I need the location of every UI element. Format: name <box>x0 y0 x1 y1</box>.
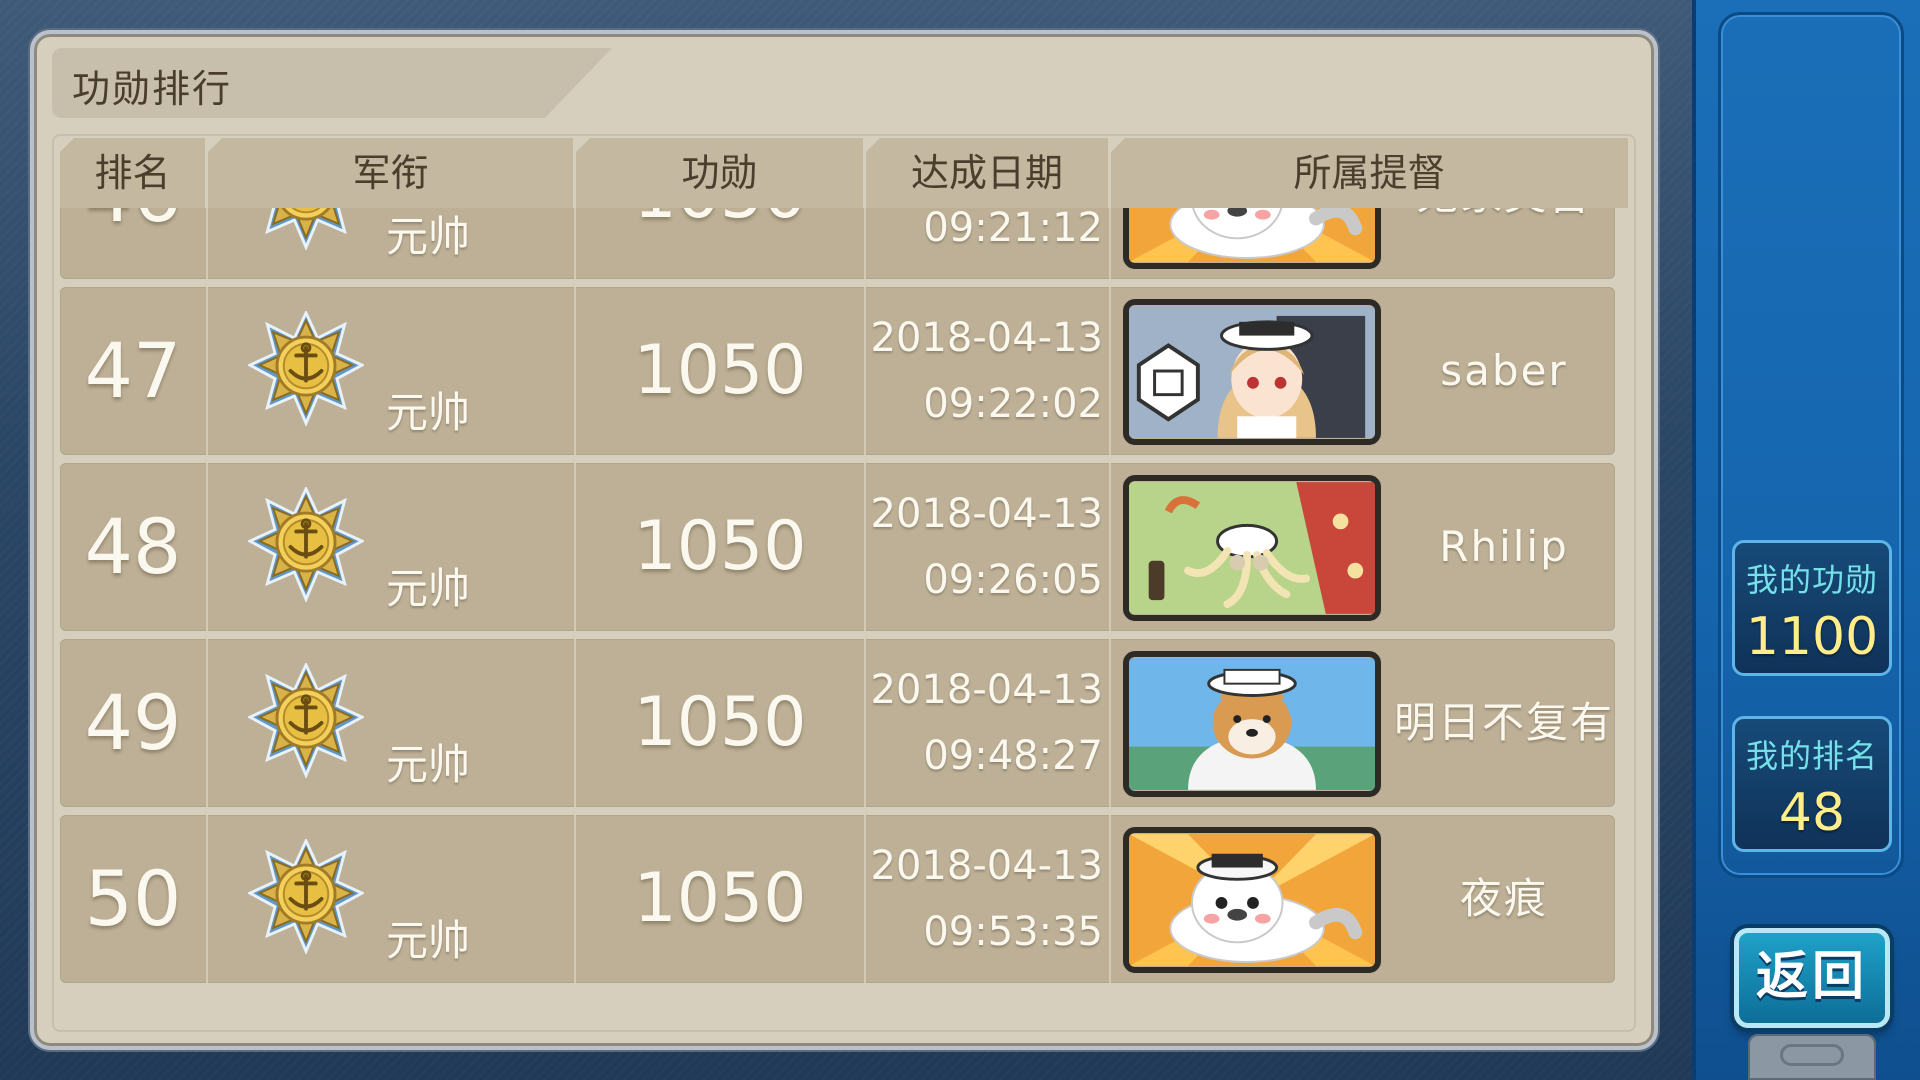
title-cell: 元帅 <box>208 463 576 631</box>
achieved-time: 09:53:35 <box>923 909 1103 955</box>
rank-title: 元帅 <box>386 916 471 965</box>
rank-number: 47 <box>84 326 182 415</box>
merit-cell: 1050 <box>576 287 866 455</box>
table-header: 排名 军衔 功勋 达成日期 所属提督 <box>60 138 1628 208</box>
my-rank-box: 我的排名 48 <box>1732 716 1892 852</box>
date-cell: 2018-04-1309:21:12 <box>866 208 1111 279</box>
achieved-date: 2018-04-13 <box>870 491 1103 537</box>
rank-title: 元帅 <box>386 388 471 437</box>
table-row[interactable]: 49 元帅 1050 2018-04-13 09:48:27 明日不复有 <box>60 639 1615 807</box>
shiba-captain-avatar[interactable] <box>1123 651 1381 797</box>
commander-name: 夜痕 <box>1459 874 1548 923</box>
title-cell: 元帅 <box>208 815 576 983</box>
rank-title: 元帅 <box>386 212 471 261</box>
merit-value: 1050 <box>633 683 807 762</box>
date-cell: 2018-04-13 09:26:05 <box>866 463 1111 631</box>
page-title: 功勋排行 <box>72 67 233 111</box>
rank-cell: 50 <box>60 815 208 983</box>
rank-number: 48 <box>84 502 182 591</box>
date-cell: 2018-04-13 09:22:02 <box>866 287 1111 455</box>
rank-number: 50 <box>84 854 182 943</box>
merit-value: 1050 <box>633 331 807 410</box>
header-date: 达成日期 <box>866 138 1111 208</box>
noodle-captain-avatar[interactable] <box>1123 475 1381 621</box>
anchor-medal-icon <box>246 309 366 427</box>
anchor-medal-icon <box>248 208 364 251</box>
side-panel: 我的功勋 1100 我的排名 48 返回 <box>1692 0 1920 1080</box>
commander-cell: Rhilip <box>1111 463 1615 631</box>
my-merit-value: 1100 <box>1745 607 1879 667</box>
commander-name: 鬼家英吉 <box>1393 208 1615 279</box>
commander-name: Rhilip <box>1439 522 1569 571</box>
ranking-list[interactable]: 46元帅10502018-04-1309:21:12鬼家英吉47元帅105020… <box>60 208 1615 1013</box>
merit-cell: 1050 <box>576 208 866 279</box>
merit-cell: 1050 <box>576 639 866 807</box>
my-rank-value: 48 <box>1778 783 1846 843</box>
achieved-time: 09:26:05 <box>923 557 1103 603</box>
table-row[interactable]: 50 元帅 1050 2018-04-13 09:53:35 夜痕 <box>60 815 1615 983</box>
table-row[interactable]: 47 元帅 1050 2018-04-13 09:22:02 saber <box>60 287 1615 455</box>
back-button[interactable]: 返回 <box>1734 928 1890 1028</box>
date-cell: 2018-04-13 09:53:35 <box>866 815 1111 983</box>
achieved-date: 2018-04-13 <box>870 843 1103 889</box>
rank-cell: 46 <box>60 208 208 279</box>
commander-name: saber <box>1440 346 1568 395</box>
rank-cell: 47 <box>60 287 208 455</box>
merit-value: 1050 <box>633 507 807 586</box>
table-row[interactable]: 48 元帅 1050 2018-04-13 09:26:05 Rhilip <box>60 463 1615 631</box>
table-row[interactable]: 46 元帅 10502018-04-1309:21:12 鬼家英吉 <box>60 208 1615 279</box>
rank-title: 元帅 <box>386 740 471 789</box>
rank-cell: 49 <box>60 639 208 807</box>
rank-number: 46 <box>60 208 206 279</box>
merit-cell: 1050 <box>576 815 866 983</box>
rank-title: 元帅 <box>386 564 471 613</box>
seal-captain-avatar[interactable] <box>1123 208 1381 269</box>
back-button-base <box>1748 1034 1876 1080</box>
my-merit-label: 我的功勋 <box>1745 561 1878 599</box>
title-cell: 元帅 <box>208 639 576 807</box>
achieved-date: 2018-04-13 <box>870 667 1103 713</box>
header-commander: 所属提督 <box>1111 138 1628 208</box>
header-merit: 功勋 <box>576 138 866 208</box>
anchor-medal-icon <box>246 661 366 779</box>
commander-cell: 夜痕 <box>1111 815 1615 983</box>
date-cell: 2018-04-13 09:48:27 <box>866 639 1111 807</box>
merit-cell: 1050 <box>576 463 866 631</box>
header-title: 军衔 <box>208 138 576 208</box>
achieved-time: 09:21:12 <box>923 208 1103 251</box>
achieved-time: 09:22:02 <box>923 381 1103 427</box>
rank-cell: 48 <box>60 463 208 631</box>
anchor-medal-icon <box>246 485 366 603</box>
commander-cell: saber <box>1111 287 1615 455</box>
title-cell: 元帅 <box>208 208 576 279</box>
achieved-time: 09:48:27 <box>923 733 1103 779</box>
anchor-medal-icon <box>246 837 366 955</box>
seal-captain-avatar[interactable] <box>1123 827 1381 973</box>
my-rank-label: 我的排名 <box>1745 737 1878 775</box>
commander-name: 明日不复有 <box>1393 698 1614 747</box>
commander-cell: 明日不复有 <box>1111 639 1615 807</box>
rank-number: 49 <box>84 678 182 767</box>
commander-cell: 鬼家英吉 <box>1111 208 1615 279</box>
ranking-list-content: 46元帅10502018-04-1309:21:12鬼家英吉47元帅105020… <box>60 208 1615 991</box>
header-rank: 排名 <box>60 138 208 208</box>
achieved-date: 2018-04-13 <box>870 315 1103 361</box>
merit-value: 1050 <box>576 208 864 279</box>
chevron-icon <box>1780 1044 1844 1066</box>
my-merit-box: 我的功勋 1100 <box>1732 540 1892 676</box>
anime-girl-captain-avatar[interactable] <box>1123 299 1381 445</box>
title-cell: 元帅 <box>208 287 576 455</box>
merit-value: 1050 <box>633 859 807 938</box>
